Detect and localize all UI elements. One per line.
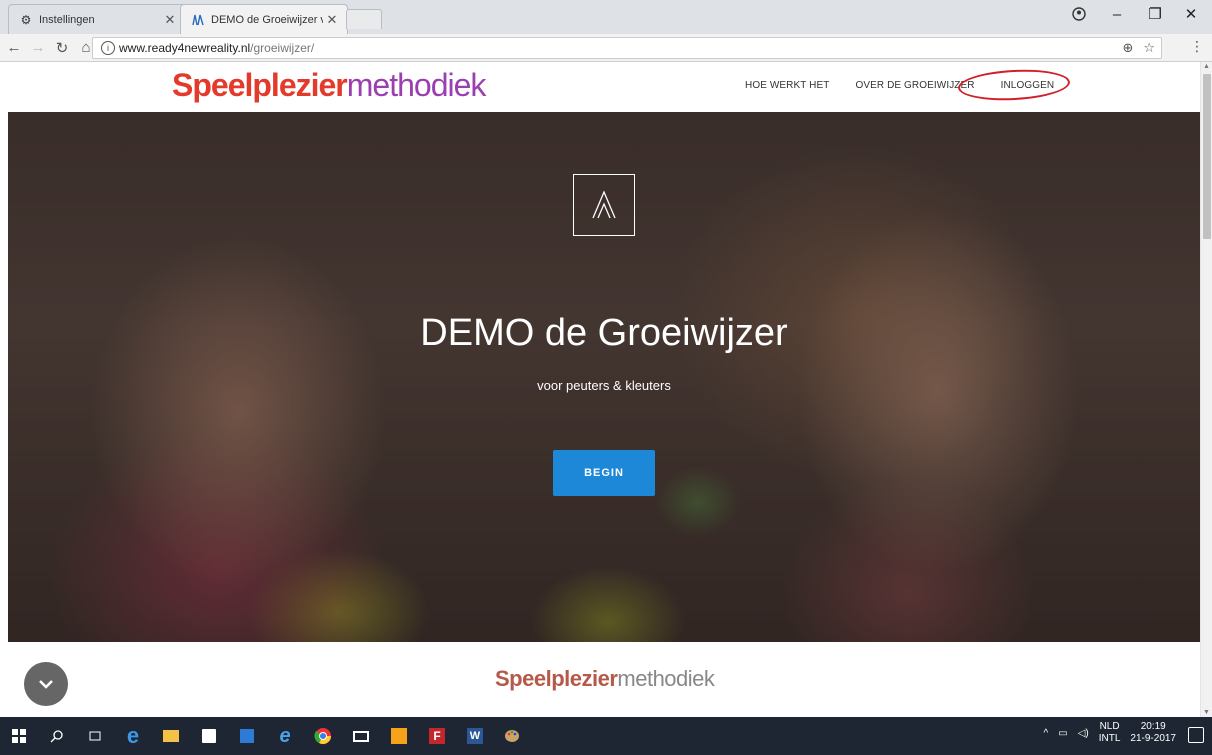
notifications-icon[interactable]	[1188, 727, 1204, 743]
tab-instellingen[interactable]: ⚙ Instellingen ✕	[8, 4, 186, 34]
tab-title: Instellingen	[39, 13, 95, 26]
menu-dots-icon[interactable]: ⋮	[1190, 38, 1204, 55]
tab-title: DEMO de Groeiwijzer vo	[211, 13, 323, 26]
word-icon[interactable]: W	[456, 717, 494, 755]
scroll-down-button[interactable]	[24, 662, 68, 706]
chevron-up-icon[interactable]: ^	[1044, 728, 1049, 739]
gear-icon: ⚙	[20, 12, 32, 27]
volume-icon[interactable]: ◁)	[1078, 728, 1089, 739]
scroll-down-arrow-icon[interactable]: ▼	[1203, 709, 1210, 716]
nav-hoe-werkt-het[interactable]: HOE WERKT HET	[745, 80, 829, 91]
close-window-icon[interactable]: ✕	[1172, 0, 1210, 28]
footer-logo: Speelplezier methodiek	[495, 666, 715, 692]
scroll-up-arrow-icon[interactable]: ▲	[1203, 63, 1210, 70]
site-header: Speelplezier methodiek HOE WERKT HET OVER…	[0, 62, 1200, 112]
begin-button[interactable]: BEGIN	[553, 450, 655, 496]
file-explorer-icon[interactable]	[152, 717, 190, 755]
clock[interactable]: 20:19 21-9-2017	[1130, 721, 1176, 745]
task-view-icon[interactable]	[76, 717, 114, 755]
hero-subtitle: voor peuters & kleuters	[537, 378, 671, 393]
system-tray: ^ ▭ ◁) NLD INTL 20:19 21-9-2017	[1044, 721, 1176, 745]
zoom-icon[interactable]: ⊕	[1122, 40, 1133, 56]
annotation-circle	[957, 67, 1071, 103]
chrome-icon[interactable]	[304, 717, 342, 755]
address-bar[interactable]: i www.ready4newreality.nl/groeiwijzer/ ⊕…	[92, 37, 1162, 59]
url-path: /groeiwijzer/	[250, 41, 315, 55]
page-viewport: Speelplezier methodiek HOE WERKT HET OVER…	[0, 62, 1200, 717]
hero-section: DEMO de Groeiwijzer voor peuters & kleut…	[8, 112, 1200, 642]
site-logo[interactable]: Speelplezier methodiek	[172, 67, 487, 104]
reload-icon[interactable]: ↻	[52, 38, 72, 58]
new-tab-button[interactable]	[346, 9, 382, 29]
windows-taskbar: e e F W ^ ▭ ◁) NLD INTL 20:19 21-9-2017	[0, 717, 1212, 755]
nav-over-de-groeiwijzer[interactable]: OVER DE GROEIWIJZER	[855, 80, 974, 91]
browser-toolbar: ← → ↻ ⌂ i www.ready4newreality.nl/groeiw…	[0, 34, 1212, 62]
info-icon[interactable]: i	[101, 41, 115, 55]
close-tab-icon[interactable]: ✕	[323, 12, 341, 28]
back-icon[interactable]: ←	[4, 38, 24, 58]
forward-icon[interactable]: →	[28, 38, 48, 58]
store-icon[interactable]	[190, 717, 228, 755]
mail-icon[interactable]	[342, 717, 380, 755]
filezilla-icon[interactable]: F	[418, 717, 456, 755]
page-scrollbar[interactable]: ▲ ▼	[1200, 62, 1212, 717]
logo-text-part-1: Speelplezier	[495, 666, 618, 691]
network-icon[interactable]: ▭	[1058, 728, 1067, 739]
internet-explorer-icon[interactable]: e	[266, 717, 304, 755]
logo-text-part-2: methodiek	[617, 666, 715, 691]
scrollbar-thumb[interactable]	[1203, 74, 1211, 239]
media-player-icon[interactable]	[228, 717, 266, 755]
start-windows-icon[interactable]	[0, 717, 38, 755]
tab-groeiwijzer[interactable]: DEMO de Groeiwijzer vo ✕	[180, 4, 348, 34]
chevron-down-icon	[39, 680, 53, 689]
edge-icon[interactable]: e	[114, 717, 152, 755]
paint-icon[interactable]	[494, 717, 532, 755]
search-icon[interactable]	[38, 717, 76, 755]
browser-tab-bar: ⚙ Instellingen ✕ DEMO de Groeiwijzer vo …	[0, 0, 1212, 34]
hero-logo-mark-icon	[573, 174, 635, 236]
logo-text-part-1: Speelplezier	[172, 67, 348, 103]
language-indicator[interactable]: NLD INTL	[1099, 721, 1121, 745]
url-host: www.ready4newreality.nl	[119, 41, 251, 55]
site-favicon-icon	[191, 13, 205, 27]
restore-icon[interactable]: ❐	[1136, 0, 1174, 28]
logo-text-part-2: methodiek	[346, 67, 487, 103]
profile-icon[interactable]	[1060, 0, 1098, 28]
bookmark-star-icon[interactable]: ☆	[1143, 40, 1155, 56]
minimize-icon[interactable]: –	[1098, 0, 1136, 28]
close-tab-icon[interactable]: ✕	[161, 12, 179, 28]
hero-title: DEMO de Groeiwijzer	[420, 312, 788, 354]
outlook-icon[interactable]	[380, 717, 418, 755]
